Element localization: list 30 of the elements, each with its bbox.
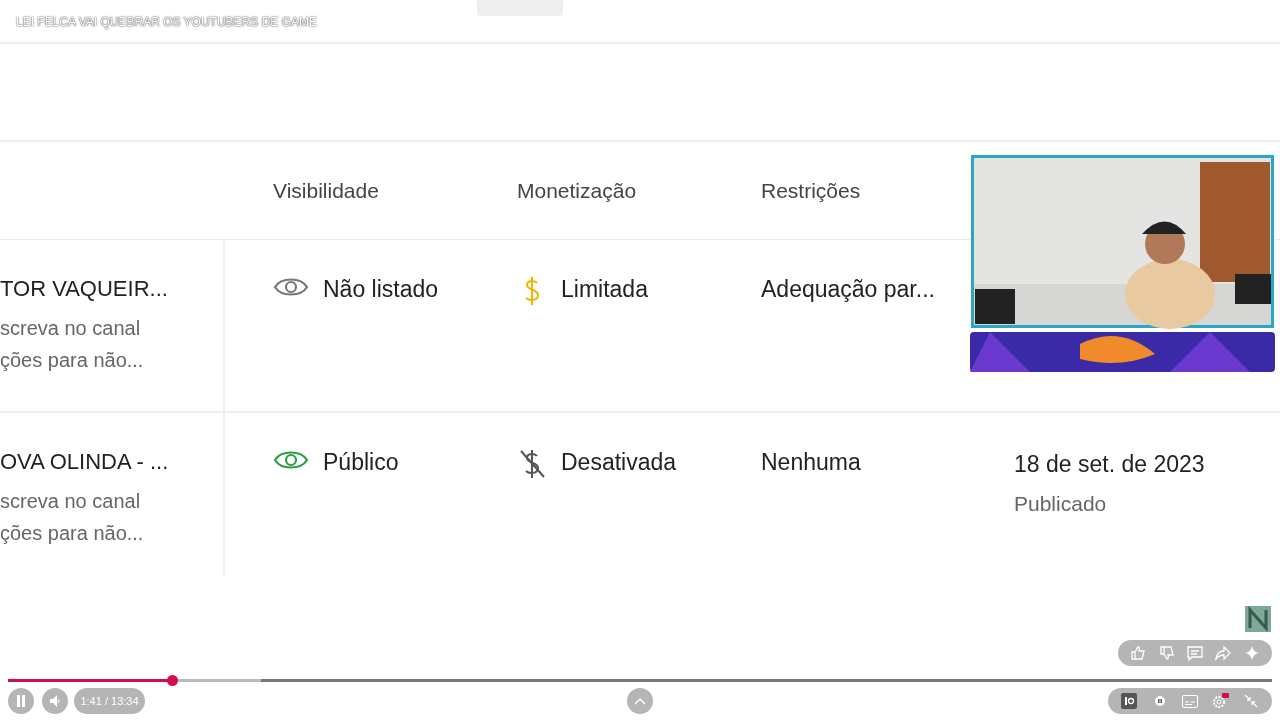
pause-icon: [16, 695, 26, 707]
video-title[interactable]: TOR VAQUEIR...: [0, 276, 223, 302]
visibility-value[interactable]: Não listado: [323, 274, 439, 303]
column-header[interactable]: Monetização: [517, 178, 637, 203]
pause-button[interactable]: [8, 688, 34, 714]
visibility-value[interactable]: Público: [323, 447, 399, 476]
video-title[interactable]: OVA OLINDA - ...: [0, 449, 223, 475]
column-header[interactable]: Restrições: [761, 178, 861, 203]
iq-icon[interactable]: [1119, 691, 1140, 711]
volume-button[interactable]: [42, 688, 68, 714]
status-value: Publicado: [1014, 492, 1108, 516]
column-header[interactable]: Visibilidade: [273, 178, 379, 203]
restrictions-value: Nenhuma: [761, 448, 861, 476]
chevron-up-icon: [634, 697, 646, 705]
monetization-value[interactable]: Desativada: [561, 447, 677, 476]
restrictions-value: Adequação par...: [761, 275, 935, 303]
video-title-overlay: LEI FELCA VAI QUEBRAR OS YOUTUBERS DE GAME: [16, 15, 317, 29]
video-description: ções para não...: [0, 521, 145, 546]
video-description: ções para não...: [0, 348, 145, 373]
dollar-off-icon: [517, 447, 547, 481]
settings-icon[interactable]: [1210, 691, 1231, 711]
video-description: screva no canal: [0, 489, 142, 514]
expand-button[interactable]: [627, 688, 653, 714]
time-display: 1:41 / 13:34: [74, 688, 145, 714]
comment-icon[interactable]: [1184, 643, 1205, 663]
monetization-value[interactable]: Limitada: [561, 274, 648, 303]
channel-logo-icon: [1245, 606, 1271, 632]
date-value: 18 de set. de 2023: [1014, 450, 1206, 478]
speaker-icon: [49, 694, 61, 708]
video-description: screva no canal: [0, 316, 142, 341]
